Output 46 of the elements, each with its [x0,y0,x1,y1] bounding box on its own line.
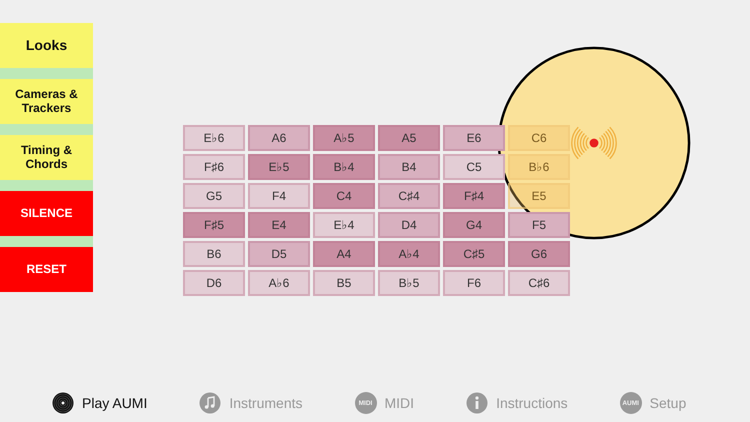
note-pad[interactable]: E♭5 [248,154,310,180]
menu-button[interactable]: Cameras & Trackers [0,79,93,124]
note-pad[interactable]: C4 [313,183,375,209]
note-pad[interactable]: A♭5 [313,125,375,151]
note-pad[interactable]: B6 [183,241,245,267]
note-pad[interactable]: E5 [508,183,570,209]
menu-button[interactable]: Looks [0,23,93,68]
note-pad[interactable]: G5 [183,183,245,209]
note-pad[interactable]: C6 [508,125,570,151]
note-pad[interactable]: A6 [248,125,310,151]
note-pad[interactable]: E♭4 [313,212,375,238]
note-pad[interactable]: F5 [508,212,570,238]
note-pad[interactable]: C♯5 [443,241,505,267]
note-pad[interactable]: E4 [248,212,310,238]
note-pad[interactable]: C5 [443,154,505,180]
note-pad[interactable]: F♯5 [183,212,245,238]
note-pad[interactable]: G6 [508,241,570,267]
menu-button[interactable]: Timing & Chords [0,135,93,180]
note-pad[interactable]: E6 [443,125,505,151]
note-pad[interactable]: A♭4 [378,241,440,267]
info-icon [466,392,488,414]
record-icon [52,392,74,414]
note-pad[interactable]: A5 [378,125,440,151]
music-note-icon [199,392,222,414]
action-button[interactable]: SILENCE [0,191,93,236]
note-pad[interactable]: B♭4 [313,154,375,180]
tab[interactable]: Play AUMI [52,392,148,414]
note-pad[interactable]: E♭6 [183,125,245,151]
note-pad[interactable]: F♯4 [443,183,505,209]
tracker-overlay[interactable] [496,45,692,241]
note-pad[interactable]: A4 [313,241,375,267]
note-pad[interactable]: F♯6 [183,154,245,180]
note-pad[interactable]: A♭6 [248,270,310,296]
note-pad[interactable]: C♯4 [378,183,440,209]
note-pad[interactable]: B4 [378,154,440,180]
note-pad[interactable]: C♯6 [508,270,570,296]
note-pad[interactable]: G4 [443,212,505,238]
note-pad[interactable]: B♭6 [508,154,570,180]
action-button[interactable]: RESET [0,247,93,292]
note-pad[interactable]: F6 [443,270,505,296]
note-pad[interactable]: D6 [183,270,245,296]
note-pad[interactable]: F4 [248,183,310,209]
note-pad[interactable]: D5 [248,241,310,267]
note-pad[interactable]: B♭5 [378,270,440,296]
note-pad[interactable]: D4 [378,212,440,238]
note-pad[interactable]: B5 [313,270,375,296]
